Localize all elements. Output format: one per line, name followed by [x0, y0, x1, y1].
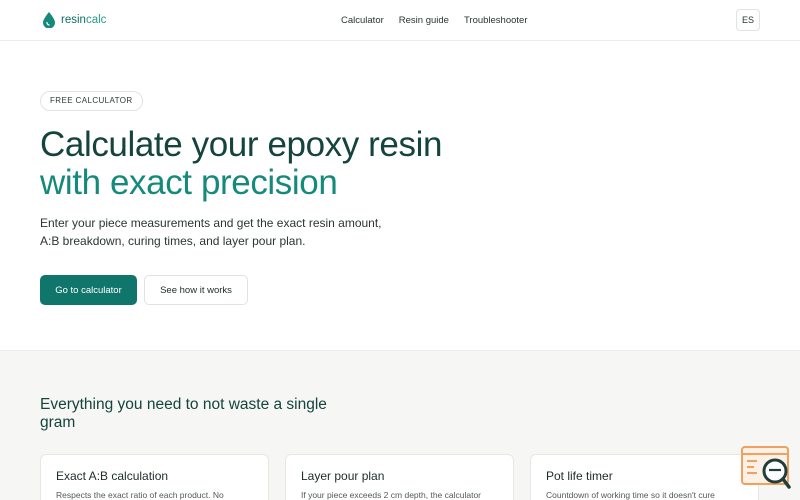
go-to-calculator-button[interactable]: Go to calculator	[40, 275, 137, 305]
feature-card-desc: Respects the exact ratio of each product…	[56, 490, 224, 500]
search-chat-widget-icon	[741, 446, 791, 489]
feature-card-layer-pour: Layer pour plan If your piece exceeds 2 …	[285, 454, 514, 500]
hero-subtitle: Enter your piece measurements and get th…	[40, 214, 420, 250]
logo-text-part1: resin	[61, 14, 86, 26]
help-widget[interactable]	[741, 446, 791, 490]
feature-card-desc: If your piece exceeds 2 cm depth, the ca…	[301, 490, 482, 500]
features-title: Everything you need to not waste a singl…	[40, 396, 327, 431]
hero-title-line1: Calculate your epoxy resin	[40, 125, 443, 164]
features-section: Everything you need to not waste a singl…	[0, 350, 800, 500]
hero-subtitle-line1: Enter your piece measurements and get th…	[40, 216, 382, 230]
main-nav: Calculator Resin guide Troubleshooter	[341, 15, 543, 26]
logo[interactable]: resincalc	[43, 12, 106, 28]
hero-badge: FREE CALCULATOR	[40, 91, 143, 111]
nav-link-troubleshooter[interactable]: Troubleshooter	[464, 15, 528, 26]
feature-card-title: Layer pour plan	[301, 469, 385, 483]
nav-link-calculator[interactable]: Calculator	[341, 15, 384, 26]
feature-card-title: Exact A:B calculation	[56, 469, 169, 483]
hero-subtitle-line2: A:B breakdown, curing times, and layer p…	[40, 234, 306, 248]
feature-card-ab-calculation: Exact A:B calculation Respects the exact…	[40, 454, 269, 500]
language-switcher[interactable]: ES	[736, 9, 760, 31]
logo-text-part2: calc	[85, 14, 107, 26]
hero-title: Calculate your epoxy resin with exact pr…	[40, 126, 442, 202]
see-how-it-works-button[interactable]: See how it works	[144, 275, 248, 305]
feature-card-title: Pot life timer	[546, 469, 613, 483]
site-header: resincalc Calculator Resin guide Trouble…	[0, 0, 800, 41]
nav-link-resin-guide[interactable]: Resin guide	[399, 15, 449, 26]
hero-title-accent: with exact precision	[40, 163, 338, 202]
feature-card-pot-life: Pot life timer Countdown of working time…	[530, 454, 759, 500]
feature-card-desc: Countdown of working time so it doesn't …	[546, 490, 715, 500]
droplet-icon	[43, 12, 55, 28]
logo-text: resincalc	[61, 14, 106, 26]
